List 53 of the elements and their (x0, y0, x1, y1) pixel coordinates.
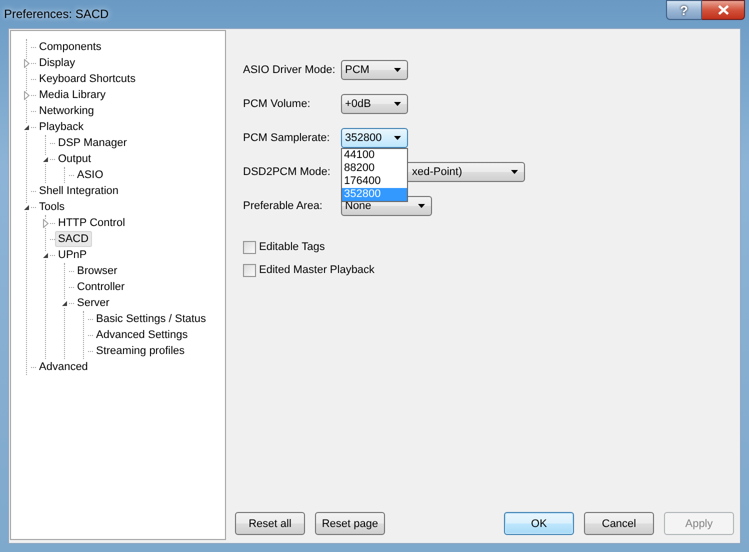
close-icon (718, 5, 728, 15)
checkbox[interactable] (243, 264, 256, 276)
tree-item[interactable]: Advanced Settings (93, 327, 191, 343)
tree-item[interactable]: Tools (36, 199, 68, 215)
caret-icon (394, 136, 401, 140)
field-label: PCM Volume: (243, 98, 312, 110)
field-label: Preferable Area: (243, 200, 324, 212)
tree-item[interactable]: UPnP (55, 247, 90, 263)
expanded-triangle-icon[interactable] (23, 204, 30, 210)
collapsed-triangle-icon[interactable] (42, 218, 48, 228)
tree-item[interactable]: Keyboard Shortcuts (36, 71, 139, 87)
tree-item[interactable]: Media Library (36, 87, 109, 103)
dropdown-field[interactable]: +0dB (341, 94, 408, 114)
tree-item[interactable]: Shell Integration (36, 183, 122, 199)
field-label: DSD2PCM Mode: (243, 166, 332, 178)
checkbox-label: Edited Master Playback (259, 263, 375, 277)
tree-item[interactable]: ASIO (74, 167, 106, 183)
tree-item[interactable]: DSP Manager (55, 135, 130, 151)
tree-item[interactable]: Display (36, 55, 78, 71)
tree-item[interactable]: Networking (36, 103, 98, 119)
dialog-button[interactable]: OK (504, 512, 574, 535)
tree-item[interactable]: SACD (55, 231, 92, 247)
expanded-triangle-icon[interactable] (42, 156, 49, 162)
dialog-button[interactable]: Cancel (584, 512, 654, 535)
checkbox[interactable] (243, 240, 256, 254)
expanded-triangle-icon[interactable] (23, 124, 30, 130)
caret-icon (394, 102, 401, 106)
tree-item[interactable]: Streaming profiles (93, 343, 188, 359)
tree-item[interactable]: Components (36, 39, 104, 55)
dropdown-field[interactable]: 352800 (341, 128, 408, 148)
caret-icon (418, 204, 425, 208)
field-label: PCM Samplerate: (243, 132, 331, 144)
tree-item[interactable]: HTTP Control (55, 215, 128, 231)
tree-item[interactable]: Output (55, 151, 94, 167)
tree-item[interactable]: Controller (74, 279, 128, 295)
collapsed-triangle-icon[interactable] (24, 58, 30, 68)
expanded-triangle-icon[interactable] (42, 252, 49, 258)
checkbox-label: Editable Tags (259, 240, 325, 254)
close-button[interactable] (702, 0, 745, 20)
tree-item[interactable]: Basic Settings / Status (93, 311, 210, 327)
caret-icon (511, 170, 518, 174)
tree-item[interactable]: Server (74, 295, 112, 311)
tree-item[interactable]: Advanced (36, 359, 91, 375)
dropdown-field[interactable]: PCM (341, 60, 408, 80)
expanded-triangle-icon[interactable] (61, 300, 68, 306)
tree-item[interactable]: Playback (36, 119, 87, 135)
caret-icon (394, 68, 401, 72)
collapsed-triangle-icon[interactable] (24, 90, 30, 100)
dialog-button[interactable]: Reset all (235, 512, 305, 535)
dialog-button[interactable]: Reset page (315, 512, 385, 535)
field-label: ASIO Driver Mode: (243, 64, 336, 76)
tree-item[interactable]: Browser (74, 263, 120, 279)
window-title: Preferences: SACD (4, 7, 109, 21)
